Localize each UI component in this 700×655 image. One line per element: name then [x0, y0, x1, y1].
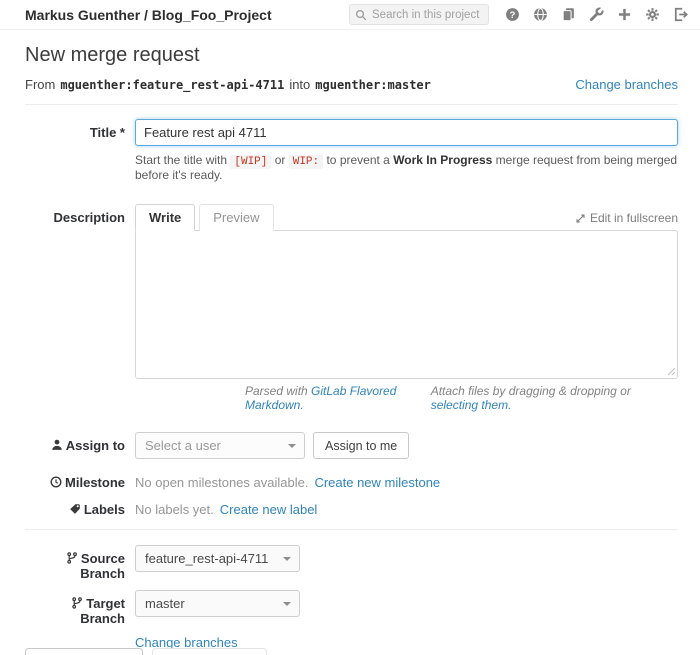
- header-icon-group: ?: [505, 7, 688, 22]
- git-branch-icon: [71, 597, 83, 609]
- wip-colon-code: WIP:: [289, 155, 323, 169]
- tag-icon: [69, 503, 81, 515]
- title-input[interactable]: [135, 119, 678, 146]
- title-label: Title *: [25, 119, 125, 146]
- title-hint: Start the title with [WIP] or WIP: to pr…: [135, 153, 678, 182]
- bottom-tab-stub-1[interactable]: [25, 648, 143, 655]
- parsed-note: Parsed with GitLab Flavored Markdown.: [245, 384, 431, 412]
- parsed-prefix: Parsed with: [245, 384, 311, 398]
- assignee-row: Assign to Select a user Assign to me: [25, 432, 678, 459]
- page-title: New merge request: [25, 44, 678, 67]
- assignee-select[interactable]: Select a user: [135, 432, 305, 459]
- target-branch-value: master: [145, 596, 185, 611]
- edit-fullscreen-label: Edit in fullscreen: [590, 211, 678, 225]
- labels-empty-text: No labels yet.: [135, 502, 214, 517]
- tab-preview[interactable]: Preview: [199, 204, 273, 231]
- select-files-link[interactable]: selecting them.: [431, 398, 512, 412]
- milestone-row: Milestone No open milestones available. …: [25, 474, 678, 490]
- create-milestone-link[interactable]: Create new milestone: [314, 475, 440, 490]
- create-label-link[interactable]: Create new label: [220, 502, 318, 517]
- labels-label-text: Labels: [84, 502, 125, 517]
- attach-prefix: Attach files by dragging & dropping or: [431, 384, 631, 398]
- attach-note: Attach files by dragging & dropping or s…: [431, 384, 678, 412]
- clock-icon: [50, 476, 62, 488]
- assign-to-me-button[interactable]: Assign to me: [313, 432, 409, 459]
- into-word: into: [289, 77, 310, 92]
- search-box: [349, 4, 489, 25]
- tab-write[interactable]: Write: [135, 204, 195, 231]
- source-branch-row: Source Branch feature_rest-api-4711: [25, 545, 678, 581]
- new-merge-request-page: Markus Guenther / Blog_Foo_Project ?: [0, 0, 700, 655]
- source-ref: mguenther:feature_rest-api-4711: [60, 78, 284, 92]
- wip-bracket-code: [WIP]: [230, 155, 271, 169]
- description-row: Description Write Preview Edit in fullsc…: [25, 204, 678, 412]
- from-prefix: From: [25, 77, 55, 92]
- gear-icon[interactable]: [645, 7, 660, 22]
- search-icon: [355, 9, 367, 21]
- wrench-icon[interactable]: [589, 7, 604, 22]
- labels-row: Labels No labels yet. Create new label: [25, 501, 678, 517]
- milestone-label-text: Milestone: [65, 475, 125, 490]
- main-content: New merge request From mguenther:feature…: [0, 44, 700, 655]
- source-branch-select[interactable]: feature_rest-api-4711: [135, 545, 300, 572]
- branches-divider: [25, 529, 678, 530]
- sign-out-icon[interactable]: [673, 7, 688, 22]
- help-icon[interactable]: ?: [505, 7, 520, 22]
- globe-icon[interactable]: [533, 7, 548, 22]
- user-icon: [51, 439, 63, 451]
- target-branch-label-text: Target Branch: [80, 596, 125, 626]
- markdown-tabs: Write Preview Edit in fullscreen: [135, 204, 678, 231]
- chevron-down-icon: [288, 444, 296, 448]
- copy-icon[interactable]: [561, 7, 576, 22]
- target-branch-select[interactable]: master: [135, 590, 300, 617]
- change-branches-link-top[interactable]: Change branches: [575, 77, 678, 92]
- target-branch-row: Target Branch master: [25, 590, 678, 626]
- bottom-tab-stub-2[interactable]: [152, 648, 267, 655]
- milestone-empty-text: No open milestones available.: [135, 475, 308, 490]
- git-branch-icon: [66, 552, 78, 564]
- assignee-label: Assign to: [25, 432, 125, 459]
- milestone-label: Milestone: [25, 474, 125, 490]
- source-branch-label: Source Branch: [25, 545, 125, 581]
- top-navbar: Markus Guenther / Blog_Foo_Project ?: [0, 0, 700, 30]
- search-input[interactable]: [349, 4, 489, 25]
- source-branch-value: feature_rest-api-4711: [145, 551, 268, 566]
- chevron-down-icon: [283, 602, 291, 606]
- labels-label: Labels: [25, 501, 125, 517]
- svg-text:?: ?: [510, 10, 516, 21]
- wip-bold: Work In Progress: [393, 153, 492, 167]
- edit-fullscreen-link[interactable]: Edit in fullscreen: [575, 211, 678, 231]
- assignee-placeholder: Select a user: [145, 438, 221, 453]
- resize-grip[interactable]: [667, 367, 676, 376]
- plus-icon[interactable]: [617, 7, 632, 22]
- expand-icon: [575, 213, 586, 224]
- title-row: Title *: [25, 119, 678, 146]
- section-divider: [25, 104, 678, 105]
- merge-summary: From mguenther:feature_rest-api-4711 int…: [25, 77, 678, 92]
- target-branch-label: Target Branch: [25, 590, 125, 626]
- breadcrumb[interactable]: Markus Guenther / Blog_Foo_Project: [25, 7, 272, 23]
- markdown-notes: Parsed with GitLab Flavored Markdown. At…: [245, 384, 678, 412]
- hint-text: to prevent a: [323, 153, 393, 167]
- source-branch-label-text: Source Branch: [80, 551, 125, 581]
- description-label: Description: [25, 204, 125, 412]
- assignee-label-text: Assign to: [66, 438, 125, 453]
- hint-text: or: [271, 153, 288, 167]
- description-textarea[interactable]: [135, 230, 678, 379]
- hint-text: Start the title with: [135, 153, 230, 167]
- chevron-down-icon: [283, 557, 291, 561]
- target-ref: mguenther:master: [315, 78, 431, 92]
